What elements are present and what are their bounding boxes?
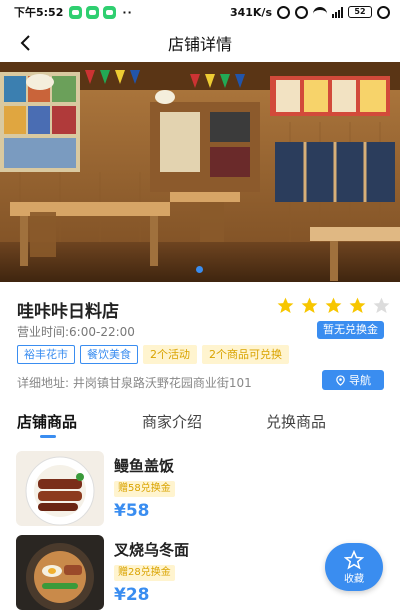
star-filled-icon (349, 297, 366, 314)
product-name: 鳗鱼盖饭 (114, 457, 175, 475)
tab-merchant-intro[interactable]: 商家介绍 (142, 411, 202, 432)
signal-icon (332, 6, 343, 18)
shop-name: 哇咔咔日料店 (17, 302, 119, 322)
top-bar: 店铺详情 (0, 24, 400, 62)
status-bar: 下午5:52 ·· 341K/s 52 (0, 0, 400, 24)
tag-activities[interactable]: 2个活动 (143, 345, 197, 364)
restaurant-interior-image (0, 62, 400, 282)
tab-exchange-products[interactable]: 兑换商品 (266, 411, 326, 432)
active-tab-indicator (40, 435, 56, 438)
star-filled-icon (325, 297, 342, 314)
wechat-icon (86, 5, 100, 19)
wechat-icon (69, 5, 83, 19)
star-filled-icon (277, 297, 294, 314)
shop-address: 详细地址: 井岗镇甘泉路沃野花园商业街101 (17, 376, 252, 390)
shop-tags: 裕丰花市 餐饮美食 2个活动 2个商品可兑换 (17, 345, 289, 364)
carousel-indicator[interactable] (196, 266, 203, 273)
back-arrow-icon[interactable] (16, 33, 36, 53)
shop-photo[interactable] (0, 62, 400, 282)
star-rating (276, 296, 391, 315)
wifi-icon (313, 7, 327, 17)
page-title: 店铺详情 (167, 35, 232, 54)
navigate-label: 导航 (349, 374, 371, 387)
star-outline-icon (344, 549, 364, 570)
product-image (16, 535, 104, 610)
favorite-button[interactable]: 收藏 (325, 543, 383, 591)
product-image (16, 451, 104, 526)
network-speed: 341K/s (229, 5, 272, 19)
alarm-icon (277, 5, 290, 19)
tag-market[interactable]: 裕丰花市 (17, 345, 75, 364)
star-empty-icon (373, 297, 390, 314)
product-name: 叉烧乌冬面 (114, 541, 190, 559)
sync-icon (377, 5, 390, 19)
product-coupon: 赠28兑换金 (114, 565, 175, 581)
tag-category[interactable]: 餐饮美食 (80, 345, 138, 364)
tab-shop-products[interactable]: 店铺商品 (17, 411, 77, 432)
product-item[interactable]: 鳗鱼盖饭 赠58兑换金 ¥58 (16, 451, 386, 529)
navigate-button[interactable]: 导航 (322, 370, 384, 390)
status-time: 下午5:52 (14, 6, 64, 19)
product-price: ¥28 (114, 585, 150, 605)
battery-icon: 52 (348, 6, 372, 18)
no-coupon-badge: 暂无兑换金 (317, 321, 384, 339)
business-hours: 营业时间:6:00-22:00 (17, 325, 135, 339)
more-notifications-icon: ·· (122, 5, 133, 19)
tag-exchangeable[interactable]: 2个商品可兑换 (202, 345, 289, 364)
star-filled-icon (301, 297, 318, 314)
tab-bar: 店铺商品 商家介绍 兑换商品 (0, 411, 400, 441)
message-icon (103, 5, 117, 19)
mute-icon (295, 5, 308, 19)
favorite-label: 收藏 (344, 573, 364, 585)
product-price: ¥58 (114, 501, 150, 521)
product-coupon: 赠58兑换金 (114, 481, 175, 497)
navigation-icon (336, 374, 345, 386)
